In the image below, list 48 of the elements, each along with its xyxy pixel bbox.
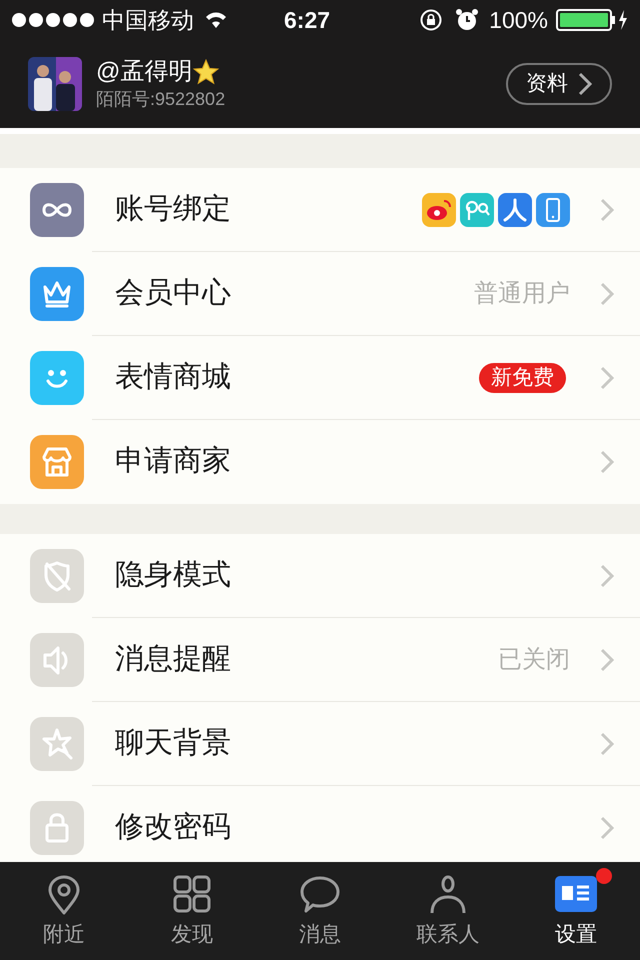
settings-row[interactable]: 隐身模式 [0,534,640,618]
tab[interactable]: 发现 [128,862,256,960]
wifi-icon [204,11,228,29]
chevron-icon [600,366,614,390]
user-name: @孟得明 [96,57,192,87]
settings-row[interactable]: 聊天背景 [0,702,640,786]
momo-id: 陌陌号:9522802 [96,88,226,111]
row-label: 聊天背景 [115,726,231,762]
settings-row[interactable]: 账号绑定 [0,168,640,252]
tab[interactable]: 联系人 [384,862,512,960]
status-time: 6:27 [284,6,330,35]
settings-row[interactable]: 消息提醒 已关闭 [0,618,640,702]
row-label: 表情商城 [115,360,231,396]
chat-icon [460,193,494,227]
signal-icon [12,13,94,27]
battery-charging-icon [556,9,628,31]
row-label: 账号绑定 [115,192,231,228]
chevron-icon [600,564,614,588]
chevron-icon [600,450,614,474]
row-label: 申请商家 [115,444,231,480]
person-icon [498,193,532,227]
chevron-icon [600,816,614,840]
tab[interactable]: 附近 [0,862,128,960]
row-value: 普通用户 [474,279,570,309]
alarm-icon [455,8,480,32]
settings-row[interactable]: 修改密码 [0,786,640,862]
settings-row[interactable]: 申请商家 [0,420,640,504]
profile-button[interactable]: 资料 [506,63,612,105]
row-label: 修改密码 [115,810,231,846]
tab[interactable]: 设置 [512,862,640,960]
tab[interactable]: 消息 [256,862,384,960]
chevron-icon [600,732,614,756]
chevron-icon [600,198,614,222]
settings-row[interactable]: 会员中心 普通用户 [0,252,640,336]
row-label: 会员中心 [115,276,231,312]
battery-percent: 100% [489,6,548,35]
rotation-lock-icon [419,8,444,32]
row-label: 消息提醒 [115,642,231,678]
chevron-icon [600,282,614,306]
carrier-name: 中国移动 [102,6,194,35]
chevron-icon [578,72,592,96]
row-label: 隐身模式 [115,558,231,594]
new-badge: 新免费 [479,363,566,393]
chevron-icon [600,648,614,672]
phone-icon [536,193,570,227]
settings-row[interactable]: 表情商城 新免费 [0,336,640,420]
eye-icon [422,193,456,227]
row-value: 已关闭 [498,645,570,675]
